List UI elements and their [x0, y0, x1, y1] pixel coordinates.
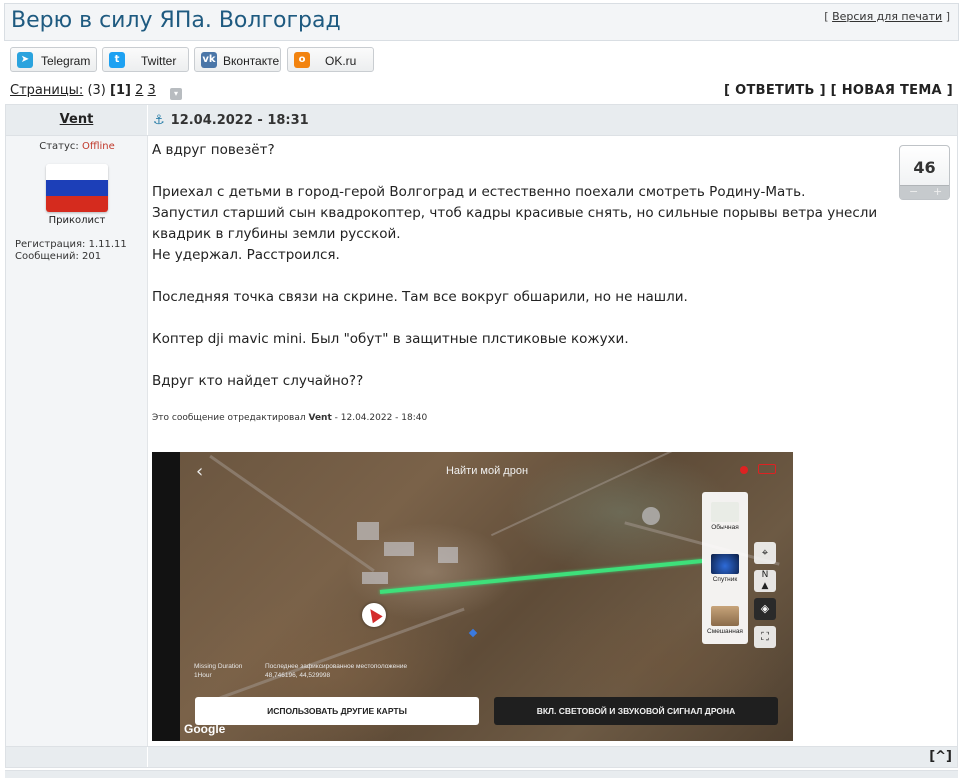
- telegram-icon: ➤: [17, 52, 33, 68]
- rating-minus-icon[interactable]: −: [909, 185, 918, 198]
- compass-north-icon: N ▲: [754, 570, 776, 592]
- twitter-icon: t: [109, 52, 125, 68]
- post-line: Последняя точка связи на скрине. Там все…: [152, 289, 688, 305]
- pages-count: (3): [87, 83, 106, 98]
- share-twitter-button[interactable]: t Twitter: [102, 47, 189, 72]
- share-telegram-button[interactable]: ➤ Telegram: [10, 47, 97, 72]
- attached-screenshot[interactable]: ‹ Найти мой дрон Обычная Спутник Смешанн…: [152, 452, 793, 741]
- map-type-panel: Обычная Спутник Смешанная: [702, 492, 748, 644]
- page-link-3[interactable]: 3: [148, 83, 156, 98]
- message-count: Сообщений: 201: [15, 251, 102, 262]
- page-jump-icon[interactable]: ▾: [169, 88, 182, 100]
- post-line: Приехал с детьми в город-герой Волгоград…: [152, 184, 806, 200]
- post-line: А вдруг повезёт?: [152, 142, 275, 158]
- post-line: Коптер dji mavic mini. Был "обут" в защи…: [152, 331, 629, 347]
- rating-controls: − +: [900, 185, 949, 199]
- edited-note: Это сообщение отредактировал Vent - 12.0…: [152, 413, 428, 423]
- next-post-strip: [5, 770, 958, 778]
- last-location: Последнее зафиксированное местоположение…: [265, 663, 408, 679]
- post-body: Статус: Offline Приколист Регистрация: 1…: [5, 136, 958, 746]
- share-vk-button[interactable]: vk Вконтакте: [194, 47, 281, 72]
- battery-icon: [758, 464, 776, 474]
- reply-button[interactable]: ОТВЕТИТЬ: [735, 83, 815, 98]
- post-line: Вдруг кто найдет случайно??: [152, 373, 364, 389]
- registration-date: Регистрация: 1.11.11: [15, 239, 127, 250]
- missing-duration: Missing Duration 1Hour: [194, 663, 243, 679]
- page-link-2[interactable]: 2: [135, 83, 143, 98]
- topic-actions: [ ОТВЕТИТЬ ] [ НОВАЯ ТЕМА ]: [724, 83, 953, 98]
- share-label: Вконтакте: [223, 54, 280, 68]
- rating-plus-icon[interactable]: +: [933, 185, 942, 198]
- vk-icon: vk: [201, 52, 217, 68]
- post-datetime: 12.04.2022 - 18:31: [170, 113, 309, 128]
- anchor-icon[interactable]: ⚓: [153, 113, 165, 128]
- rating-value: 46: [913, 158, 936, 177]
- record-icon: [740, 466, 748, 474]
- pagination: Страницы: (3) [1] 2 3 ▾: [10, 83, 182, 100]
- topic-title-bar: Верю в силу ЯПа. Волгоград [ Версия для …: [4, 3, 959, 41]
- post-footer: [^]: [5, 746, 958, 768]
- location-pin-icon: ⌖: [754, 542, 776, 564]
- print-version-link[interactable]: Версия для печати: [832, 10, 942, 23]
- post-rating: 46 − +: [899, 145, 950, 200]
- share-label: OK.ru: [325, 54, 357, 68]
- avatar: [46, 164, 108, 212]
- print-version-container: [ Версия для печати ]: [824, 10, 950, 23]
- fullscreen-icon: ⛶: [754, 626, 776, 648]
- share-label: Telegram: [41, 54, 91, 68]
- home-point-icon: [362, 603, 386, 627]
- author-status: Статус: Offline: [39, 141, 115, 152]
- post-line: Не удержал. Расстроился.: [152, 247, 340, 263]
- post-line: Запустил старший сын квадрокоптер, чтоб …: [152, 205, 878, 221]
- back-to-top-link[interactable]: [^]: [929, 749, 952, 764]
- pages-menu-link[interactable]: Страницы:: [10, 83, 83, 98]
- share-ok-button[interactable]: о OK.ru: [287, 47, 374, 72]
- author-sidebar: Статус: Offline Приколист Регистрация: 1…: [6, 136, 148, 746]
- forum-page: Верю в силу ЯПа. Волгоград [ Версия для …: [0, 0, 961, 778]
- google-logo: Google: [184, 722, 226, 736]
- screenshot-title: Найти мой дрон: [445, 465, 529, 477]
- other-maps-button: ИСПОЛЬЗОВАТЬ ДРУГИЕ КАРТЫ: [195, 697, 479, 725]
- signal-button: ВКЛ. СВЕТОВОЙ И ЗВУКОВОЙ СИГНАЛ ДРОНА: [494, 697, 778, 725]
- ok-icon: о: [294, 52, 310, 68]
- author-rank: Приколист: [48, 215, 106, 226]
- post-text: А вдруг повезёт? Приехал с детьми в горо…: [152, 140, 877, 392]
- pagination-row: Страницы: (3) [1] 2 3 ▾ [ ОТВЕТИТЬ ] [ Н…: [4, 80, 959, 102]
- post-author-link[interactable]: Vent: [60, 112, 94, 127]
- current-page: [1]: [110, 83, 131, 98]
- author-stats: Регистрация: 1.11.11 Сообщений: 201: [15, 239, 127, 263]
- new-topic-button[interactable]: НОВАЯ ТЕМА: [842, 83, 942, 98]
- post-date: ⚓ 12.04.2022 - 18:31: [153, 113, 309, 128]
- edited-by: Vent: [308, 413, 332, 423]
- topic-title: Верю в силу ЯПа. Волгоград: [11, 8, 341, 33]
- layers-icon: ◈: [754, 598, 776, 620]
- post-author-cell: Vent: [6, 105, 148, 135]
- post-header: Vent ⚓ 12.04.2022 - 18:31: [5, 104, 958, 136]
- post-line: квадрик в глубины земли русской.: [152, 226, 401, 242]
- share-label: Twitter: [141, 54, 177, 68]
- status-offline: Offline: [81, 141, 115, 152]
